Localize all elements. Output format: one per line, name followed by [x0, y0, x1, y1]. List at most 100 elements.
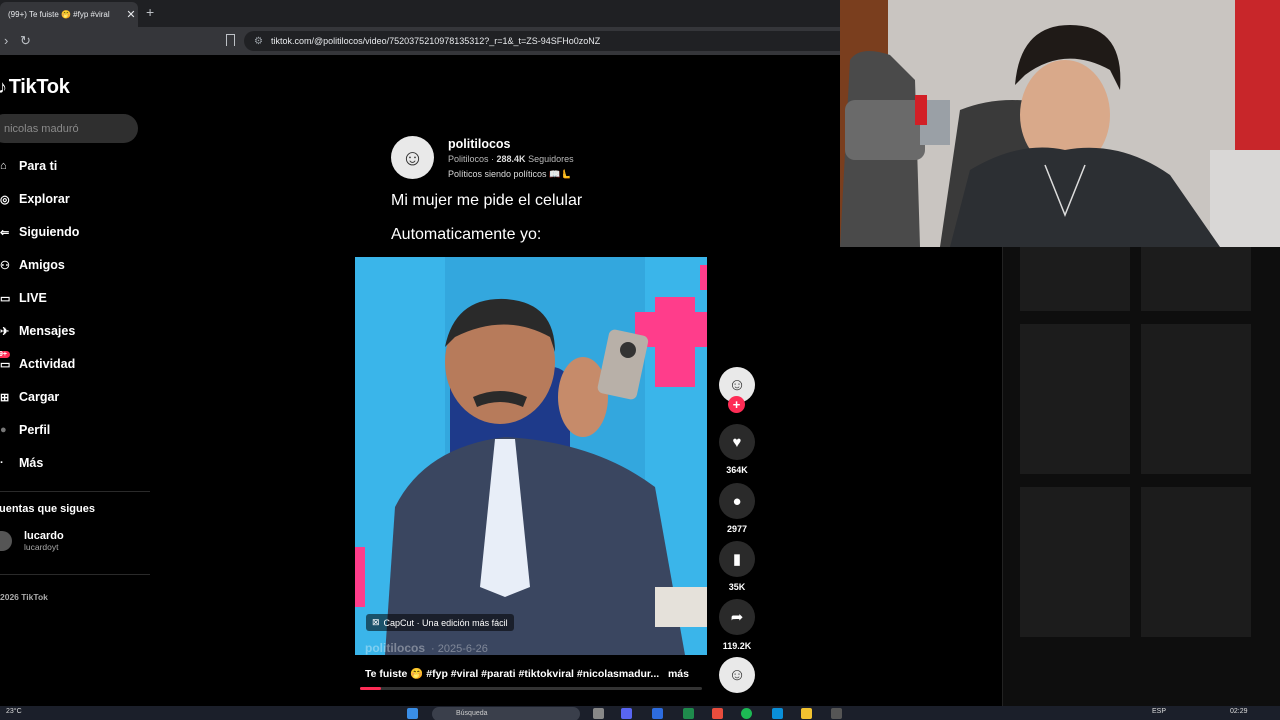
tiktok-note-icon: ♪: [0, 77, 7, 97]
weather-temp[interactable]: 23°C: [6, 708, 22, 715]
activity-glyph: ▭: [0, 358, 11, 371]
clock[interactable]: 02:29: [1230, 708, 1248, 715]
follower-count: 288.4K: [496, 154, 526, 164]
video-thumbnail[interactable]: [1141, 324, 1251, 474]
sidebar-item-label: Mensajes: [19, 324, 76, 338]
overlay-author: politilocos: [365, 641, 425, 655]
sidebar-item-label: Siguiendo: [19, 225, 80, 239]
video-thumbnail[interactable]: [1141, 487, 1251, 637]
comment-button[interactable]: ●: [719, 483, 755, 519]
video-thumbnail[interactable]: [1020, 487, 1130, 637]
progress-fill: [360, 687, 381, 690]
language-indicator[interactable]: ESP: [1152, 708, 1166, 715]
divider: [0, 574, 150, 575]
sidebar-item-siguiendo[interactable]: ⇐ Siguiendo: [0, 221, 79, 243]
author-display-name: Politilocos: [448, 154, 489, 164]
sidebar-item-mas[interactable]: · Más: [0, 452, 43, 474]
related-videos-panel: [1002, 247, 1280, 707]
cartoon-avatar-icon: ☺: [401, 144, 424, 170]
task-view-icon[interactable]: [593, 708, 604, 719]
sidebar-item-label: Perfil: [19, 423, 51, 437]
notification-badge: 9+: [0, 350, 10, 358]
author-meta: Politilocos · 288.4K Seguidores: [448, 154, 574, 164]
save-count: 35K: [728, 582, 746, 592]
author-bio: Políticos siendo políticos 📖🫷: [448, 169, 572, 179]
discord-icon[interactable]: [621, 708, 632, 719]
capcut-watermark: ⊠ CapCut · Una edición más fácil: [366, 614, 514, 631]
follow-plus-button[interactable]: +: [728, 396, 745, 413]
cartoon-avatar-icon: ☺: [728, 375, 746, 394]
caption-line: Mi mujer me pide el celular: [391, 192, 583, 209]
sidebar-item-cargar[interactable]: ⊞ Cargar: [0, 386, 59, 408]
sidebar-item-label: Actividad: [19, 357, 76, 371]
tiktok-logo[interactable]: ♪ TikTok: [0, 76, 70, 99]
share-arrow-icon: ➦: [730, 609, 744, 626]
home-icon: ⌂: [0, 160, 7, 172]
message-icon: ✈: [0, 325, 10, 338]
bookmark-icon[interactable]: [226, 34, 235, 46]
tab-close-icon[interactable]: ✕: [124, 8, 138, 21]
tab-title: (99+) Te fuiste 🤭 #fyp #viral: [8, 10, 110, 19]
spotify-icon[interactable]: [741, 708, 752, 719]
app-icon[interactable]: [772, 708, 783, 719]
sidebar-item-label: Amigos: [19, 258, 65, 272]
taskbar-search[interactable]: Búsqueda: [432, 707, 580, 720]
browser-tab[interactable]: (99+) Te fuiste 🤭 #fyp #viral ✕: [0, 2, 138, 27]
site-info-icon[interactable]: ⚙: [254, 36, 263, 47]
search-input[interactable]: nicolas maduró: [0, 114, 138, 143]
sidebar-item-actividad[interactable]: ▭ 9+ Actividad: [0, 350, 76, 375]
app-icon[interactable]: [831, 708, 842, 719]
save-button[interactable]: ▮: [719, 541, 755, 577]
bookmark-icon: ▮: [732, 551, 742, 568]
sidebar-item-para-ti[interactable]: ⌂ Para ti: [0, 155, 57, 177]
folder-icon[interactable]: [801, 708, 812, 719]
account-name: lucardo: [24, 530, 64, 542]
caption-line: Automaticamente yo:: [391, 226, 542, 243]
like-button[interactable]: ♥: [719, 424, 755, 460]
video-thumbnail[interactable]: [1020, 247, 1130, 311]
url-text: tiktok.com/@politilocos/video/7520375210…: [270, 36, 601, 46]
more-link[interactable]: más: [668, 668, 689, 680]
activity-icon: ▭ 9+: [0, 350, 19, 371]
copyright: 2026 TikTok: [0, 592, 48, 602]
webcam-overlay: [840, 0, 1280, 247]
video-thumbnail[interactable]: [1141, 247, 1251, 311]
browser-tab-strip: (99+) Te fuiste 🤭 #fyp #viral ✕ +: [0, 0, 840, 27]
forward-icon[interactable]: ›: [4, 33, 8, 48]
browser-toolbar: › ↻ ⚙ tiktok.com/@politilocos/video/7520…: [0, 27, 844, 55]
cartoon-avatar-icon: ☺: [728, 665, 746, 684]
comment-count: 2977: [726, 524, 748, 534]
video-thumbnail[interactable]: [1020, 324, 1130, 474]
app-icon[interactable]: [683, 708, 694, 719]
video-author-overlay: politilocos · 2025-6-26: [365, 641, 488, 655]
sidebar-item-explorar[interactable]: ◎ Explorar: [0, 188, 70, 210]
sidebar-item-label: LIVE: [19, 291, 47, 305]
sidebar-item-amigos[interactable]: ⚇ Amigos: [0, 254, 65, 276]
followed-account[interactable]: lucardo lucardoyt: [0, 530, 64, 552]
new-tab-button[interactable]: +: [146, 4, 154, 20]
sidebar-item-mensajes[interactable]: ✈ Mensajes: [0, 320, 75, 342]
author-avatar[interactable]: ☺: [391, 136, 434, 179]
taskbar-search-text: Búsqueda: [456, 710, 488, 717]
sidebar-item-live[interactable]: ▭ LIVE: [0, 287, 47, 309]
sidebar-item-perfil[interactable]: ● Perfil: [0, 419, 50, 441]
upload-icon: ⊞: [0, 391, 10, 404]
more-icon: ·: [0, 457, 4, 469]
screen: (99+) Te fuiste 🤭 #fyp #viral ✕ + › ↻ ⚙ …: [0, 0, 1280, 720]
share-button[interactable]: ➦: [719, 599, 755, 635]
video-progress-bar[interactable]: [360, 687, 702, 690]
heart-icon: ♥: [732, 433, 742, 451]
brave-browser-icon[interactable]: [712, 708, 723, 719]
music-disc-avatar[interactable]: ☺: [719, 657, 755, 693]
app-icon[interactable]: [652, 708, 663, 719]
comment-icon: ●: [732, 492, 742, 510]
video-player[interactable]: [355, 257, 707, 655]
windows-start-icon[interactable]: [407, 708, 418, 719]
author-name[interactable]: politilocos: [448, 137, 511, 151]
overlay-date: · 2025-6-26: [431, 643, 488, 655]
sidebar-item-label: Cargar: [19, 390, 60, 404]
sidebar-item-label: Explorar: [19, 192, 70, 206]
description-text: Te fuiste 🤭 #fyp #viral #parati #tiktokv…: [365, 668, 660, 680]
reload-icon[interactable]: ↻: [20, 33, 31, 49]
address-bar[interactable]: ⚙ tiktok.com/@politilocos/video/75203752…: [244, 31, 844, 51]
